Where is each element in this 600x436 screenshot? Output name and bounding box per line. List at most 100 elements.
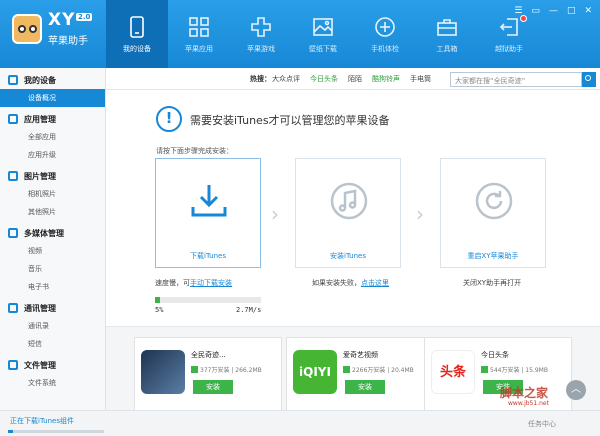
download-speed: 2.7M/s	[236, 306, 262, 314]
scroll-up-icon[interactable]: ︿	[566, 380, 586, 400]
gamepad-cross-icon	[251, 16, 271, 37]
task-center-link[interactable]: 任务中心	[528, 419, 556, 429]
sidebar-item-other-photos[interactable]: 其他照片	[0, 203, 105, 221]
download-progress-bar	[155, 297, 261, 303]
install-button[interactable]: 安装	[193, 380, 233, 394]
iqiyi-logo-icon: iQIYI	[293, 350, 337, 394]
app-name: 今日头条	[481, 351, 509, 359]
step-download-itunes[interactable]: 下载iTunes	[155, 158, 261, 268]
status-progress-bar	[8, 430, 104, 433]
contacts-icon	[8, 303, 18, 313]
sidebar-item-sms[interactable]: 短信	[0, 335, 105, 353]
progress-fill	[155, 297, 161, 303]
app-meta: 377万安装 | 266.2MB	[191, 365, 262, 374]
sidebar-item-device-overview[interactable]: 设备概况	[0, 89, 105, 107]
install-button[interactable]: 安装	[345, 380, 385, 394]
sidebar-item-ebook[interactable]: 电子书	[0, 278, 105, 296]
sidebar-group-pictures[interactable]: 图片管理	[0, 167, 105, 185]
sidebar-group-device[interactable]: 我的设备	[0, 71, 105, 89]
checkup-plus-icon	[375, 16, 395, 37]
search-button[interactable]	[582, 72, 596, 87]
nav-toolbox[interactable]: 工具箱	[416, 0, 478, 68]
hot-link[interactable]: 手电筒	[410, 74, 431, 84]
watermark-url: www.jb51.net	[508, 400, 549, 407]
download-icon	[191, 185, 227, 217]
status-text: 正在下载iTunes组件	[10, 417, 74, 425]
app-game-icon	[141, 350, 185, 394]
step-install-itunes[interactable]: 安装iTunes	[295, 158, 401, 268]
install-count-icon	[481, 366, 488, 373]
skin-icon[interactable]: ▭	[531, 6, 540, 16]
brand-version: 2.0	[76, 13, 93, 21]
close-icon[interactable]: ✕	[584, 6, 592, 16]
nav-label: 越狱助手	[495, 44, 523, 53]
notification-badge	[520, 15, 527, 22]
nav-checkup[interactable]: 手机体检	[354, 0, 416, 68]
sidebar-item-music[interactable]: 音乐	[0, 260, 105, 278]
manual-download-link[interactable]: 手动下载安装	[190, 279, 232, 287]
toolbox-icon	[437, 18, 457, 36]
sidebar-item-app-updates[interactable]: 应用升级	[0, 146, 105, 164]
click-here-link[interactable]: 点击这里	[361, 279, 389, 287]
chevron-right-icon: ›	[416, 202, 424, 226]
nav-wallpaper[interactable]: 壁纸下载	[292, 0, 354, 68]
step-label: 下载iTunes	[190, 252, 226, 260]
top-bar: XY 2.0 苹果助手 我的设备 苹果应用 苹果游戏 壁纸下载 手机体检 工具箱	[0, 0, 600, 68]
sidebar-item-video[interactable]: 视频	[0, 242, 105, 260]
download-percent: 5%	[155, 306, 164, 314]
hot-search-label: 热搜：	[250, 75, 271, 83]
sidebar: 我的设备 设备概况 应用管理 全部应用 应用升级 图片管理 相机照片 其他照片 …	[0, 68, 106, 410]
maximize-icon[interactable]: □	[567, 6, 576, 16]
jailbreak-exit-icon	[499, 17, 518, 36]
hot-link[interactable]: 大众点评	[272, 74, 300, 84]
search-input[interactable]: 大家都在搜“全民奇迹”	[450, 72, 582, 87]
toutiao-logo-icon: 头条	[431, 350, 475, 394]
sidebar-group-contacts[interactable]: 通讯管理	[0, 299, 105, 317]
app-card[interactable]: 全民奇迹... 377万安装 | 266.2MB 安装	[134, 337, 282, 411]
watermark: 脚本之家	[500, 386, 549, 400]
itunes-required-title: 需要安装iTunes才可以管理您的苹果设备	[190, 114, 390, 127]
sidebar-item-camera-photos[interactable]: 相机照片	[0, 185, 105, 203]
music-note-icon	[330, 182, 368, 220]
menu-icon[interactable]: ☰	[514, 6, 522, 16]
nav-apple-games[interactable]: 苹果游戏	[230, 0, 292, 68]
step-label: 重启XY苹果助手	[467, 252, 519, 260]
device-icon	[8, 75, 18, 85]
nav-apple-apps[interactable]: 苹果应用	[168, 0, 230, 68]
brand-short: XY	[48, 10, 76, 30]
chevron-right-icon: ›	[271, 202, 279, 226]
nav-my-device[interactable]: 我的设备	[106, 0, 168, 68]
sidebar-group-files[interactable]: 文件管理	[0, 356, 105, 374]
sidebar-item-all-apps[interactable]: 全部应用	[0, 128, 105, 146]
nav-label: 我的设备	[123, 44, 151, 53]
app-name: 爱奇艺视频	[343, 351, 378, 359]
install-count-icon	[191, 366, 198, 373]
media-icon	[8, 228, 18, 238]
nav-label: 苹果游戏	[247, 44, 275, 53]
app-card[interactable]: 头条 今日头条 544万安装 | 15.9MB 安装	[424, 337, 572, 411]
phone-icon	[130, 15, 144, 38]
app-name: 全民奇迹...	[191, 351, 226, 359]
apps-icon	[8, 114, 18, 124]
hot-link[interactable]: 陌陌	[348, 74, 362, 84]
app-meta: 544万安装 | 15.9MB	[481, 365, 548, 374]
restart-icon	[475, 182, 513, 220]
step-restart-helper[interactable]: 重启XY苹果助手	[440, 158, 546, 268]
sidebar-group-media[interactable]: 多媒体管理	[0, 224, 105, 242]
slow-download-note: 速度慢，可手动下载安装	[155, 279, 232, 287]
app-card[interactable]: iQIYI 爱奇艺视频 2266万安装 | 20.4MB 安装	[286, 337, 434, 411]
search-icon	[585, 75, 591, 81]
hot-link[interactable]: 今日头条	[310, 74, 338, 84]
hot-search-bar: 热搜： 大众点评 今日头条 陌陌 酷狗铃声 手电筒 大家都在搜“全民奇迹”	[106, 68, 600, 90]
step-label: 安装iTunes	[330, 252, 366, 260]
exclamation-icon: !	[156, 106, 182, 132]
apps-grid-icon	[189, 16, 209, 37]
hot-link[interactable]: 酷狗铃声	[372, 74, 400, 84]
window-controls: ☰ ▭ — □ ✕	[514, 6, 592, 16]
restart-note: 关闭XY助手再打开	[463, 279, 522, 287]
wallpaper-image-icon	[313, 17, 333, 36]
sidebar-item-file-system[interactable]: 文件系统	[0, 374, 105, 392]
sidebar-item-address-book[interactable]: 通讯录	[0, 317, 105, 335]
minimize-icon[interactable]: —	[549, 6, 558, 16]
sidebar-group-apps[interactable]: 应用管理	[0, 110, 105, 128]
